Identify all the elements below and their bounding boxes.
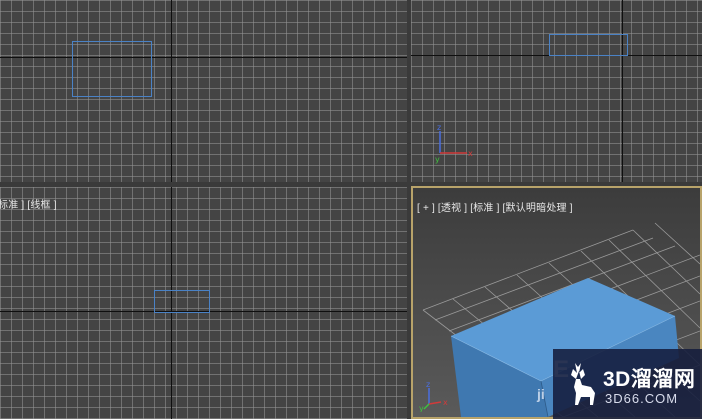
max-viewport-layout: z y x 标准 ] [线框 ] [+] [透视] [标准] [默认明暗… — [0, 0, 702, 419]
box-wireframe-outline[interactable] — [72, 41, 152, 97]
box-wireframe-outline[interactable] — [154, 290, 210, 313]
gizmo-y-label: y — [419, 404, 424, 412]
viewport-label-menu[interactable]: 标准 ] [线框 ] — [0, 196, 57, 211]
watermark-partial-sub: ji — [537, 386, 545, 402]
grid-axis-vertical — [171, 0, 172, 182]
deer-logo-icon — [571, 363, 595, 405]
grid-axis-vertical — [622, 0, 623, 182]
gizmo-x-label: x — [443, 398, 448, 407]
watermark-badge: 3D溜溜网 3D66.COM — [553, 349, 702, 419]
viewport-grid — [0, 0, 407, 182]
watermark-brand: 3D溜溜网 — [603, 368, 696, 391]
gizmo-x-label: x — [468, 149, 473, 158]
viewport-top-left[interactable] — [0, 0, 407, 182]
gizmo-z-label: z — [426, 380, 430, 389]
watermark-site: 3D66.COM — [605, 391, 679, 406]
gizmo-y-label: y — [435, 155, 440, 164]
axis-gizmo-icon: z y x — [435, 123, 473, 164]
box-wireframe-outline[interactable] — [549, 34, 628, 56]
viewport-top-right[interactable]: z y x — [411, 0, 702, 182]
axis-gizmo-icon: z x y — [419, 380, 448, 412]
grid-axis-horizontal — [0, 57, 407, 58]
gizmo-z-label: z — [437, 123, 441, 132]
viewport-label-menu[interactable]: [ + ] [透视 ] [标准 ] [默认明暗处理 ] — [417, 199, 573, 214]
viewport-bottom-left[interactable]: 标准 ] [线框 ] — [0, 187, 407, 419]
